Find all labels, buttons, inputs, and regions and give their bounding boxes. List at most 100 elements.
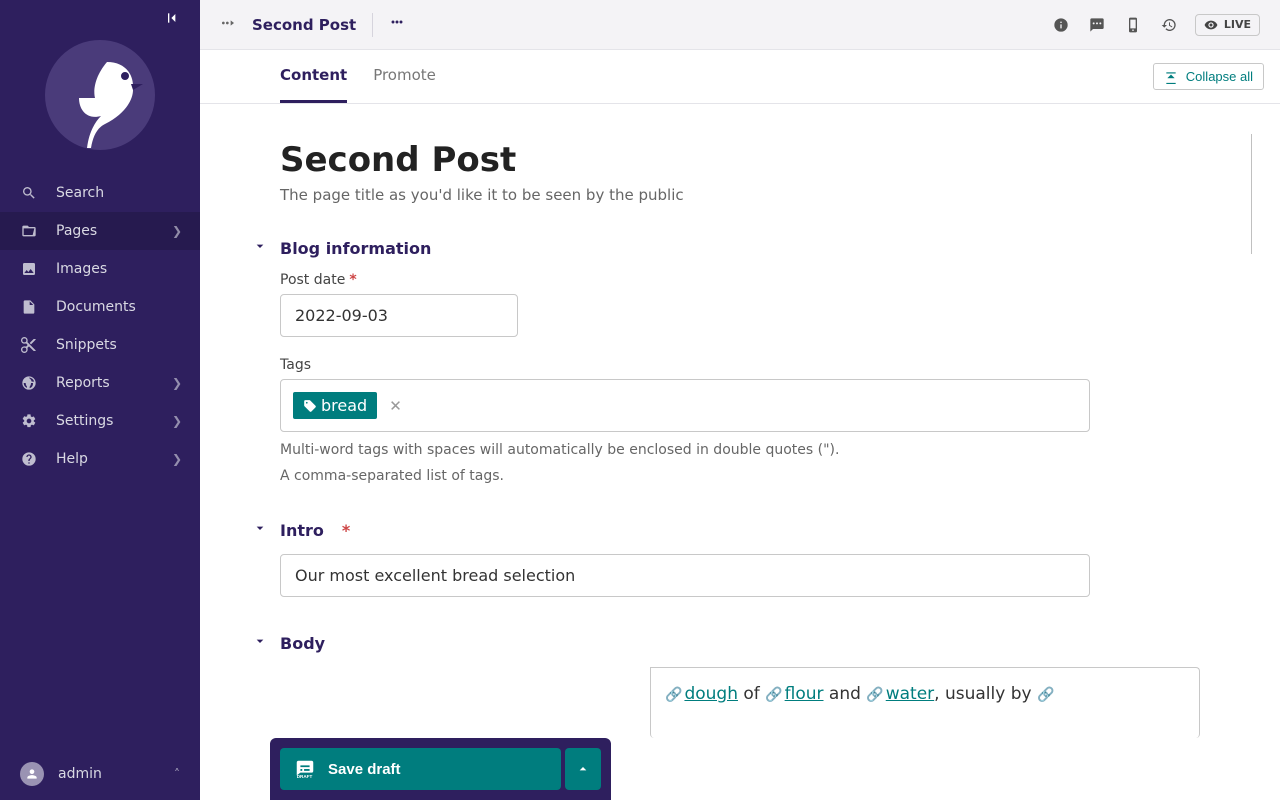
globe-icon: [20, 375, 38, 391]
save-more-button[interactable]: [565, 748, 601, 790]
chevron-down-icon: [252, 633, 266, 653]
post-date-input[interactable]: [280, 294, 518, 337]
link-icon: 🔗: [1037, 687, 1054, 703]
sidebar-item-images[interactable]: Images: [0, 250, 200, 288]
tag-chip: bread: [293, 392, 377, 419]
sidebar-item-label: Images: [56, 261, 107, 277]
body-text: , usually by: [934, 684, 1037, 704]
save-draft-label: Save draft: [328, 761, 401, 778]
chevron-right-icon: ❯: [172, 224, 182, 238]
sidebar-item-label: Reports: [56, 375, 110, 391]
tabs-row: Content Promote Collapse all: [200, 50, 1280, 104]
chevron-right-icon: ❯: [172, 452, 182, 466]
image-icon: [20, 261, 38, 277]
chevron-right-icon: ❯: [172, 414, 182, 428]
save-draft-button[interactable]: DRAFT Save draft: [280, 748, 561, 790]
more-horizontal-icon: [389, 14, 405, 30]
tag-text: bread: [321, 396, 367, 415]
chat-icon: [1089, 17, 1105, 33]
sidebar-item-label: Help: [56, 451, 88, 467]
sidebar-item-snippets[interactable]: Snippets: [0, 326, 200, 364]
preview-button[interactable]: [1123, 15, 1143, 35]
sidebar-nav: Search Pages ❯ Images Documents Snippe: [0, 174, 200, 478]
sidebar-item-label: Documents: [56, 299, 136, 315]
sidebar-search-label: Search: [56, 185, 104, 201]
intro-input[interactable]: [280, 554, 1090, 597]
collapse-all-label: Collapse all: [1186, 69, 1253, 84]
body-link[interactable]: dough: [684, 684, 738, 704]
tag-remove-button[interactable]: ✕: [389, 397, 402, 415]
info-button[interactable]: [1051, 15, 1071, 35]
action-bar: DRAFT Save draft: [270, 738, 611, 800]
sidebar-item-label: Settings: [56, 413, 113, 429]
section-intro[interactable]: Intro*: [252, 520, 1200, 540]
section-blog-information[interactable]: Blog information: [252, 238, 1200, 258]
post-date-label: Post date*: [280, 272, 1200, 288]
section-body[interactable]: Body: [252, 633, 1200, 653]
tabs: Content Promote: [280, 50, 436, 103]
sidebar-user[interactable]: admin ˄: [0, 748, 200, 800]
chevron-up-icon: ˄: [174, 767, 180, 781]
chevron-right-icon: ❯: [172, 376, 182, 390]
section-heading: Body: [280, 634, 325, 653]
sidebar-search[interactable]: Search: [0, 174, 200, 212]
page-actions-button[interactable]: [389, 14, 405, 35]
comments-button[interactable]: [1087, 15, 1107, 35]
sidebar-item-help[interactable]: Help ❯: [0, 440, 200, 478]
body-link[interactable]: flour: [785, 684, 824, 704]
user-name: admin: [58, 766, 102, 782]
page-title[interactable]: Second Post: [280, 140, 1200, 180]
tab-label: Content: [280, 66, 347, 84]
collapse-up-icon: [1164, 70, 1178, 84]
tags-input[interactable]: bread ✕: [280, 379, 1090, 432]
collapse-all-button[interactable]: Collapse all: [1153, 63, 1264, 90]
sidebar-item-pages[interactable]: Pages ❯: [0, 212, 200, 250]
gear-icon: [20, 413, 38, 429]
collapse-left-icon: [166, 10, 182, 26]
draft-icon: DRAFT: [294, 758, 316, 780]
live-badge-label: LIVE: [1224, 18, 1251, 31]
help-icon: [20, 451, 38, 467]
breadcrumb-expand-button[interactable]: [220, 15, 236, 35]
link-icon: 🔗: [765, 687, 782, 703]
section-heading: Blog information: [280, 239, 431, 258]
link-icon: 🔗: [665, 687, 682, 703]
link-icon: 🔗: [866, 687, 883, 703]
history-icon: [1161, 17, 1177, 33]
svg-text:DRAFT: DRAFT: [297, 774, 313, 779]
tags-label: Tags: [280, 357, 1200, 373]
sidebar-item-documents[interactable]: Documents: [0, 288, 200, 326]
sidebar-item-reports[interactable]: Reports ❯: [0, 364, 200, 402]
live-status-badge[interactable]: LIVE: [1195, 14, 1260, 36]
snippet-icon: [20, 337, 38, 353]
section-heading: Intro: [280, 521, 324, 540]
user-icon: [25, 767, 39, 781]
body-link[interactable]: water: [886, 684, 934, 704]
body-text: of: [738, 684, 765, 704]
sidebar-item-settings[interactable]: Settings ❯: [0, 402, 200, 440]
dots-arrow-icon: [220, 15, 236, 31]
body-richtext[interactable]: 🔗dough of 🔗flour and 🔗water, usually by …: [650, 667, 1200, 738]
content-area: Second Post The page title as you'd like…: [200, 104, 1280, 800]
search-icon: [20, 185, 38, 201]
tags-help-2: A comma-separated list of tags.: [280, 468, 1200, 484]
label-text: Post date: [280, 272, 345, 288]
tab-content[interactable]: Content: [280, 50, 347, 103]
folder-open-icon: [20, 223, 38, 239]
required-asterisk: *: [349, 272, 356, 288]
avatar: [20, 762, 44, 786]
tab-promote[interactable]: Promote: [373, 50, 436, 103]
sidebar-collapse-button[interactable]: [166, 10, 182, 31]
info-icon: [1053, 17, 1069, 33]
tags-help-1: Multi-word tags with spaces will automat…: [280, 442, 1200, 458]
history-button[interactable]: [1159, 15, 1179, 35]
header: Second Post LIVE: [200, 0, 1280, 50]
page-header-title: Second Post: [252, 16, 356, 34]
chevron-up-icon: [575, 761, 591, 777]
chevron-down-icon: [252, 520, 266, 540]
sidebar: Search Pages ❯ Images Documents Snippe: [0, 0, 200, 800]
mobile-icon: [1125, 17, 1141, 33]
minimap[interactable]: [1251, 134, 1252, 254]
body-text: and: [824, 684, 867, 704]
eye-icon: [1204, 18, 1218, 32]
